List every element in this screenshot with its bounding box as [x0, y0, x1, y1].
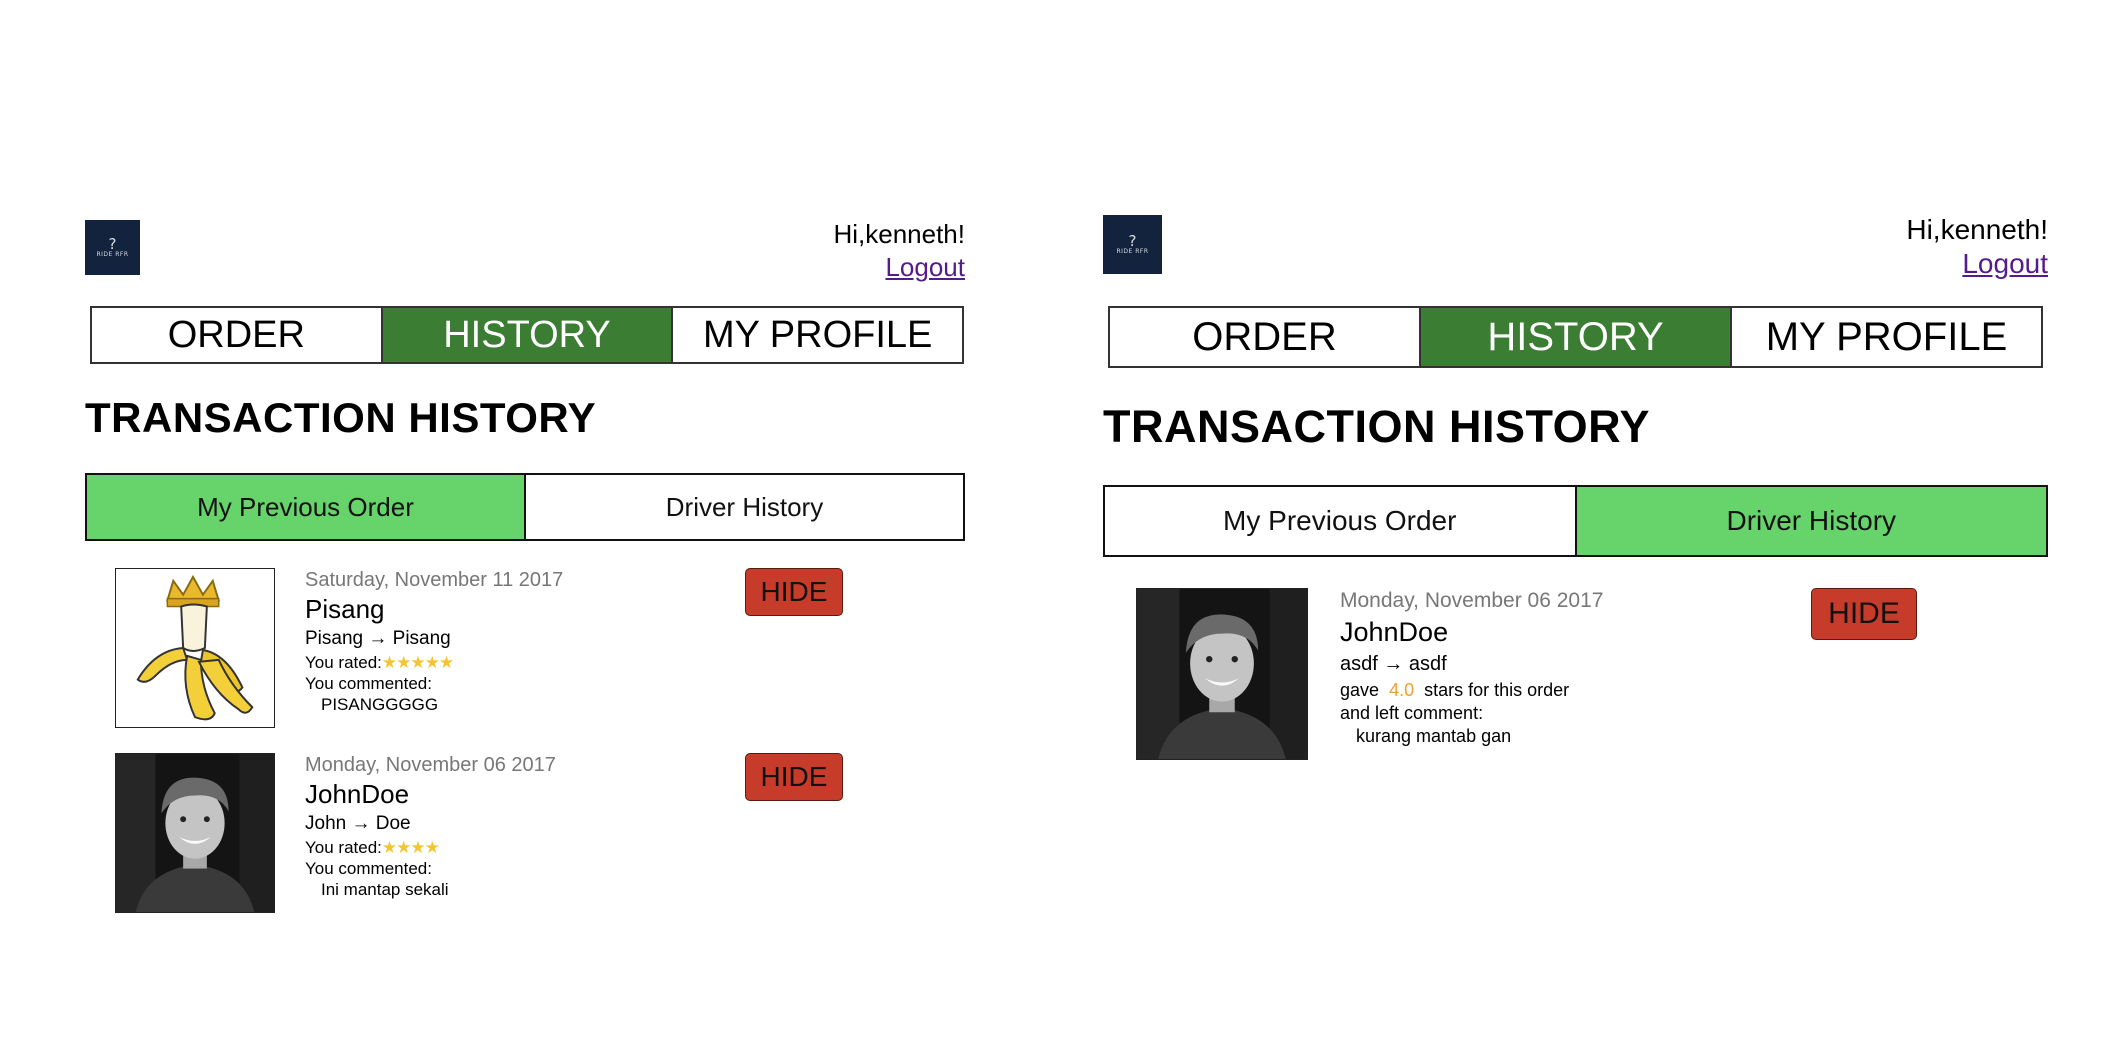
greeting-text: Hi,kenneth!	[833, 219, 965, 249]
tab-history[interactable]: HISTORY	[382, 308, 674, 362]
order-name: Pisang	[305, 594, 385, 624]
app-logo[interactable]: ? RIDE RFR	[85, 220, 140, 275]
order-name: JohnDoe	[1340, 617, 1449, 647]
hide-button[interactable]: HIDE	[1811, 588, 1917, 640]
order-route: Pisang → Pisang	[305, 628, 451, 649]
star-rating-icon: ★★★★	[381, 838, 440, 857]
greeting-text: Hi,kenneth!	[1906, 214, 2048, 245]
tab-history[interactable]: HISTORY	[1421, 308, 1732, 366]
gave-label: gave	[1340, 680, 1380, 700]
hide-button[interactable]: HIDE	[745, 753, 843, 801]
banana-icon	[116, 569, 274, 727]
order-name: JohnDoe	[305, 779, 410, 809]
user-greeting-block: Hi,kenneth! Logout	[665, 218, 965, 284]
order-comment: Ini mantap sekali	[321, 880, 449, 899]
commented-label: You commented:	[305, 859, 432, 878]
user-greeting-block: Hi,kenneth! Logout	[1728, 213, 2048, 281]
driver-rating-row: gave 4.0 stars for this order	[1340, 678, 1800, 702]
order-details: Monday, November 06 2017 JohnDoe John → …	[305, 753, 725, 901]
rating-value: 4.0	[1389, 680, 1415, 700]
person-photo-icon	[116, 754, 274, 912]
list-item: Monday, November 06 2017 JohnDoe asdf → …	[1136, 588, 2016, 763]
rating-row: You rated:★★★★★	[305, 652, 725, 674]
tab-my-profile[interactable]: MY PROFILE	[673, 308, 963, 362]
order-date: Saturday, November 11 2017	[305, 569, 564, 591]
subtab-my-previous-order[interactable]: My Previous Order	[1105, 487, 1577, 555]
driver-order-details: Monday, November 06 2017 JohnDoe asdf → …	[1340, 588, 1800, 748]
history-subtabs: My Previous Order Driver History	[85, 473, 965, 541]
crowned-banana-image	[115, 568, 275, 728]
subtab-driver-history[interactable]: Driver History	[526, 475, 963, 539]
history-subtabs: My Previous Order Driver History	[1103, 485, 2048, 557]
stars-suffix: stars for this order	[1424, 680, 1570, 700]
order-date: Monday, November 06 2017	[305, 754, 556, 776]
history-panel-previous-order: ? RIDE RFR Hi,kenneth! Logout ORDER HIST…	[85, 218, 965, 938]
rated-label: You rated:	[305, 838, 382, 857]
page-title: TRANSACTION HISTORY	[1103, 401, 1651, 452]
order-comment: PISANGGGGG	[321, 695, 439, 714]
smiling-man-photo	[1136, 588, 1308, 760]
app-logo[interactable]: ? RIDE RFR	[1103, 215, 1162, 274]
list-item: Saturday, November 11 2017 Pisang Pisang…	[115, 568, 935, 733]
star-rating-icon: ★★★★★	[381, 653, 454, 672]
main-nav: ORDER HISTORY MY PROFILE	[90, 306, 964, 364]
order-route: asdf → asdf	[1340, 653, 1447, 675]
tab-order[interactable]: ORDER	[1110, 308, 1421, 366]
logout-link[interactable]: Logout	[1728, 247, 2048, 281]
order-details: Saturday, November 11 2017 Pisang Pisang…	[305, 568, 725, 716]
subtab-my-previous-order[interactable]: My Previous Order	[87, 475, 526, 539]
rated-label: You rated:	[305, 653, 382, 672]
smiling-man-photo	[115, 753, 275, 913]
hide-button[interactable]: HIDE	[745, 568, 843, 616]
history-panel-driver-history: ? RIDE RFR Hi,kenneth! Logout ORDER HIST…	[1103, 213, 2048, 833]
left-comment-label: and left comment:	[1340, 703, 1484, 723]
tab-my-profile[interactable]: MY PROFILE	[1732, 308, 2041, 366]
rating-row: You rated:★★★★	[305, 837, 725, 859]
order-date: Monday, November 06 2017	[1340, 589, 1604, 612]
logout-link[interactable]: Logout	[665, 251, 965, 284]
driver-comment: kurang mantab gan	[1356, 726, 1512, 746]
list-item: Monday, November 06 2017 JohnDoe John → …	[115, 753, 935, 918]
person-photo-icon	[1137, 589, 1307, 759]
commented-label: You commented:	[305, 674, 432, 693]
main-nav: ORDER HISTORY MY PROFILE	[1108, 306, 2043, 368]
order-route: John → Doe	[305, 813, 411, 834]
subtab-driver-history[interactable]: Driver History	[1576, 487, 2046, 555]
tab-order[interactable]: ORDER	[92, 308, 383, 362]
page-title: TRANSACTION HISTORY	[85, 394, 597, 441]
